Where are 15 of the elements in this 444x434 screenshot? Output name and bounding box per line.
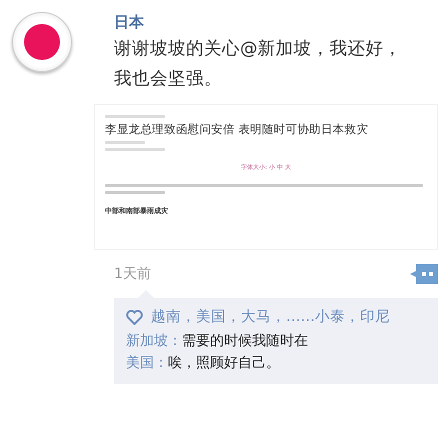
- post-text: 谢谢坡坡的关心@新加坡，我还好，我也会坚强。: [114, 38, 402, 91]
- blurred-text: [105, 148, 165, 151]
- blurred-text: [105, 115, 165, 118]
- flag-icon: [24, 24, 60, 60]
- timestamp: 1天前: [114, 265, 151, 283]
- author-name[interactable]: 日本: [114, 12, 438, 32]
- comment: 美国：唉，照顾好自己。: [126, 354, 281, 373]
- blurred-text: [105, 191, 165, 194]
- avatar[interactable]: [12, 12, 72, 72]
- blurred-text: [105, 141, 145, 144]
- comment: 新加坡：需要的时候我随时在: [126, 332, 309, 351]
- likes-list[interactable]: 越南，美国，大马，……小泰，印尼: [151, 306, 390, 328]
- heart-icon[interactable]: [126, 310, 143, 324]
- article-headline: 李显龙总理致函慰问安倍 表明随时可协助日本救灾: [105, 122, 370, 137]
- comment-icon[interactable]: [410, 264, 438, 284]
